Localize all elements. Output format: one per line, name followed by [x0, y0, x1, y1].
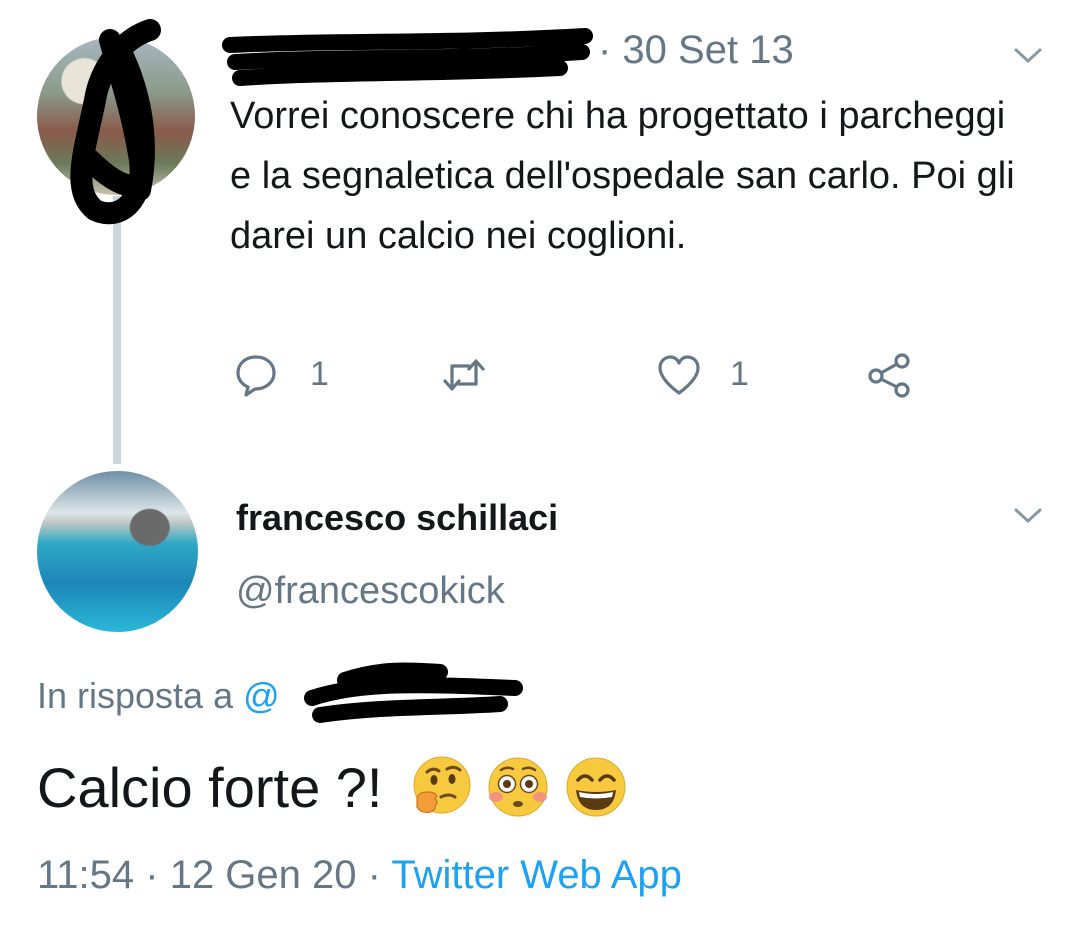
reply-author-name[interactable]: francesco schillaci	[236, 497, 558, 539]
reply-tweet-meta: 11:54 · 12 Gen 20 · Twitter Web App	[37, 853, 682, 898]
original-tweet-date[interactable]: · 30 Set 13	[598, 28, 794, 73]
flushed-face-emoji	[488, 757, 547, 817]
reply-tweet-time: 11:54	[37, 853, 135, 897]
tweet-source-link[interactable]: Twitter Web App	[391, 853, 682, 897]
original-tweet-text: Vorrei conoscere chi ha progettato i par…	[230, 95, 1015, 257]
reply-icon[interactable]	[233, 352, 279, 398]
meta-separator: ·	[367, 853, 392, 897]
reply-author-avatar[interactable]	[37, 471, 198, 632]
in-reply-to-mention[interactable]: @	[243, 675, 280, 716]
heart-icon[interactable]	[656, 352, 702, 398]
share-icon[interactable]	[866, 352, 912, 398]
chevron-down-icon[interactable]	[1013, 46, 1043, 66]
reply-tweet-body: Calcio forte ?!	[37, 752, 631, 822]
meta-separator: ·	[145, 853, 170, 897]
in-reply-to-line: In risposta a @	[37, 675, 280, 717]
reply-tweet-date: 12 Gen 20	[169, 853, 357, 897]
chevron-down-icon[interactable]	[1013, 506, 1043, 526]
like-count: 1	[730, 355, 749, 393]
reply-author-handle[interactable]: @francescokick	[236, 570, 505, 613]
thinking-face-emoji	[413, 756, 470, 814]
in-reply-to-label: In risposta a	[37, 675, 234, 716]
reply-tweet-text: Calcio forte ?!	[37, 755, 383, 819]
retweet-icon[interactable]	[441, 352, 487, 398]
original-author-avatar[interactable]	[37, 37, 195, 195]
thread-connector-line	[113, 196, 121, 464]
reply-count: 1	[310, 355, 329, 393]
grinning-face-emoji	[566, 757, 625, 817]
